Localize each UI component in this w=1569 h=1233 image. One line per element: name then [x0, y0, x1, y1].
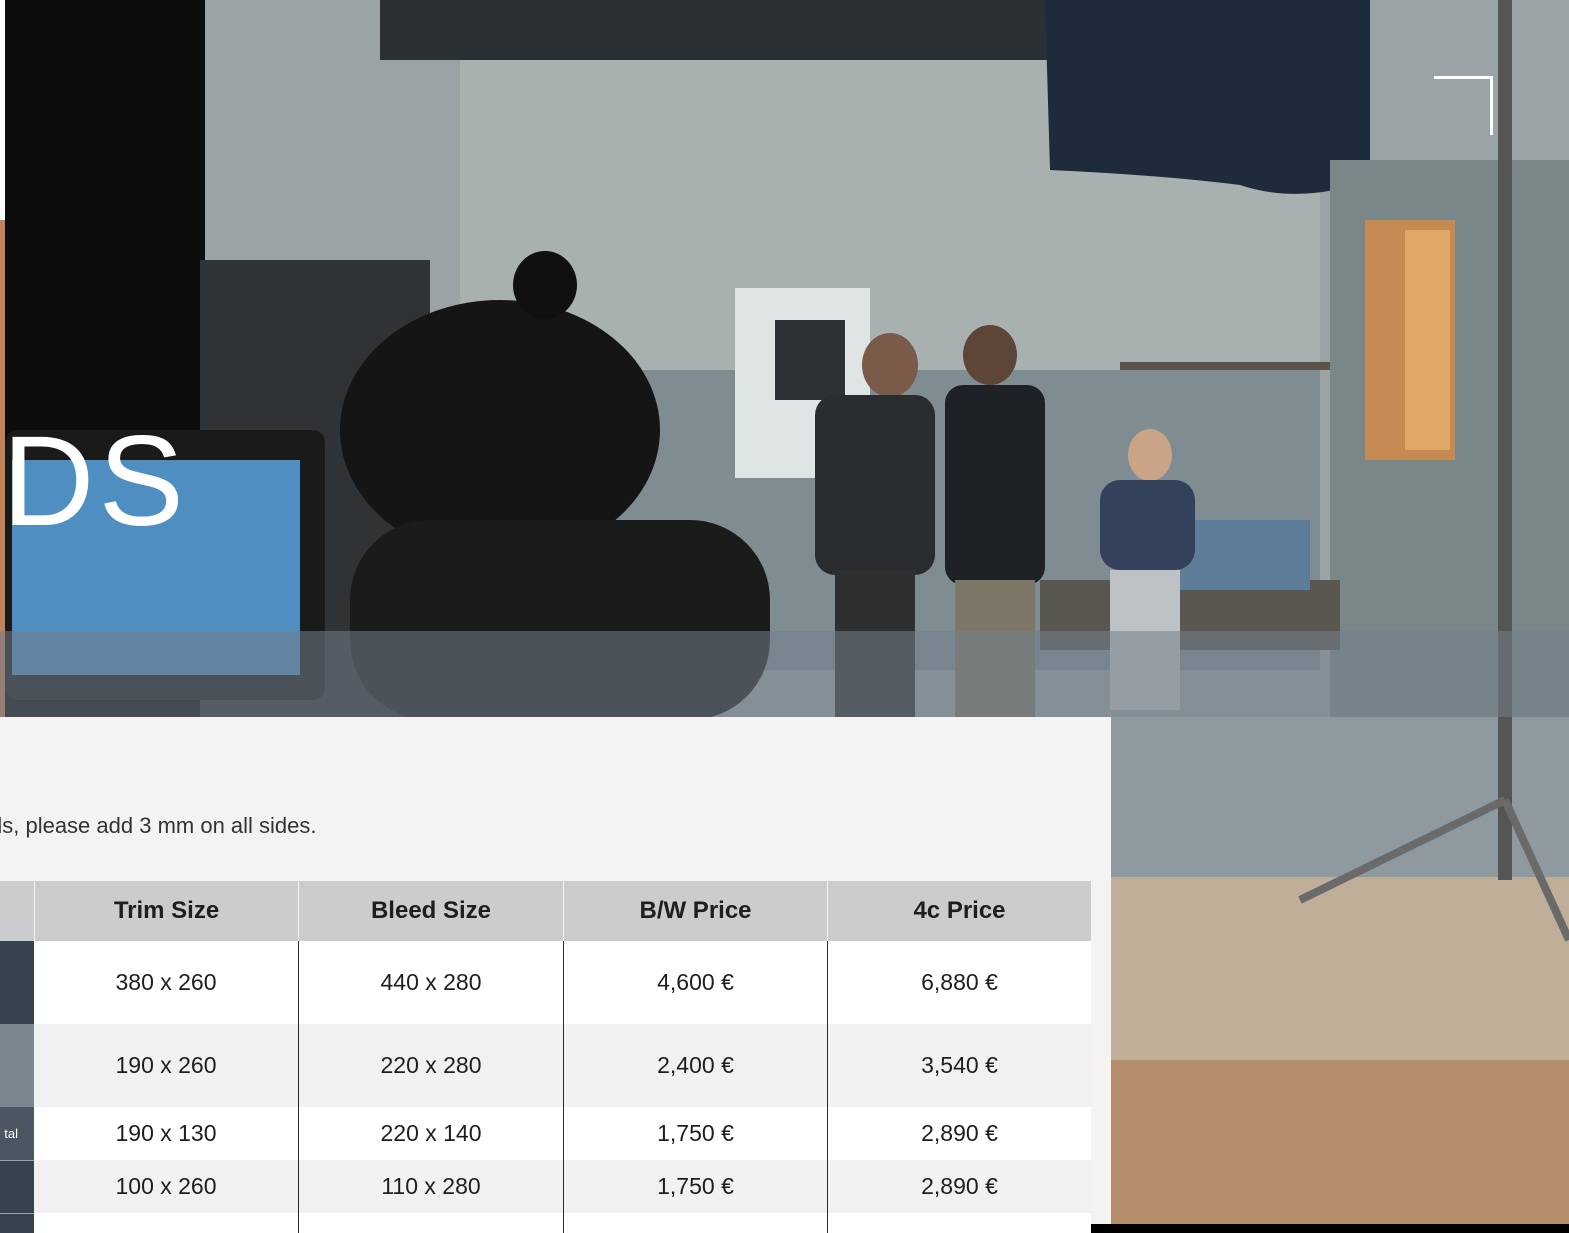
header-cell-4c-price: 4c Price [827, 881, 1091, 941]
trim-size-cell: 190 x 260 [115, 1052, 217, 1078]
hero-title: DS [2, 410, 188, 553]
bleed-note: ds, please add 3 mm on all sides. [0, 813, 317, 838]
bw-price-cell: 2,400 € [563, 1024, 827, 1107]
bleed-size-cell: 220 x 280 [298, 1024, 563, 1107]
corner-bracket-icon [1434, 76, 1493, 135]
table-row: 190 x 260 220 x 280 2,400 € 3,540 € [0, 1024, 1091, 1107]
header-cell-bw-price: B/W Price [563, 881, 827, 941]
table-row: tal 190 x 130 220 x 140 1,750 € 2,890 € [0, 1107, 1091, 1160]
bw-price-cell [563, 1213, 827, 1233]
4c-price-cell: 2,890 € [827, 1107, 1091, 1160]
bw-price-cell: 1,750 € [563, 1160, 827, 1213]
table-row: 380 x 260 440 x 280 4,600 € 6,880 € [0, 941, 1091, 1024]
bleed-size-cell: 220 x 140 [298, 1107, 563, 1160]
bw-price-cell: 1,750 € [563, 1107, 827, 1160]
row-format-label [0, 1213, 34, 1233]
table-header-row: Trim Size Bleed Size B/W Price 4c Price [0, 881, 1091, 941]
row-format-label [0, 1024, 34, 1107]
trim-size-cell: 100 x 260 [115, 1173, 217, 1199]
4c-price-cell [827, 1213, 1091, 1233]
4c-price-cell: 3,540 € [827, 1024, 1091, 1107]
bleed-size-cell [298, 1213, 563, 1233]
trim-size-cell: 380 x 260 [115, 969, 217, 995]
row-format-label [0, 1160, 34, 1213]
bleed-size-cell: 440 x 280 [298, 941, 563, 1024]
table-row: 100 x 260 110 x 280 1,750 € 2,890 € [0, 1160, 1091, 1213]
header-cell-trim-size: Trim Size [34, 881, 298, 941]
row-format-label: tal [0, 1107, 34, 1160]
header-cell-format [0, 881, 34, 941]
bw-price-cell: 4,600 € [563, 941, 827, 1024]
bleed-size-cell: 110 x 280 [298, 1160, 563, 1213]
table-row-partial [0, 1213, 1091, 1233]
row-format-label [0, 941, 34, 1024]
4c-price-cell: 6,880 € [827, 941, 1091, 1024]
trim-size-cell: 190 x 130 [115, 1120, 217, 1146]
section-heading: k. [0, 768, 1, 796]
translucent-banner-strip [0, 631, 1569, 717]
4c-price-cell: 2,890 € [827, 1160, 1091, 1213]
trim-size-cell [34, 1213, 298, 1233]
header-cell-bleed-size: Bleed Size [298, 881, 563, 941]
